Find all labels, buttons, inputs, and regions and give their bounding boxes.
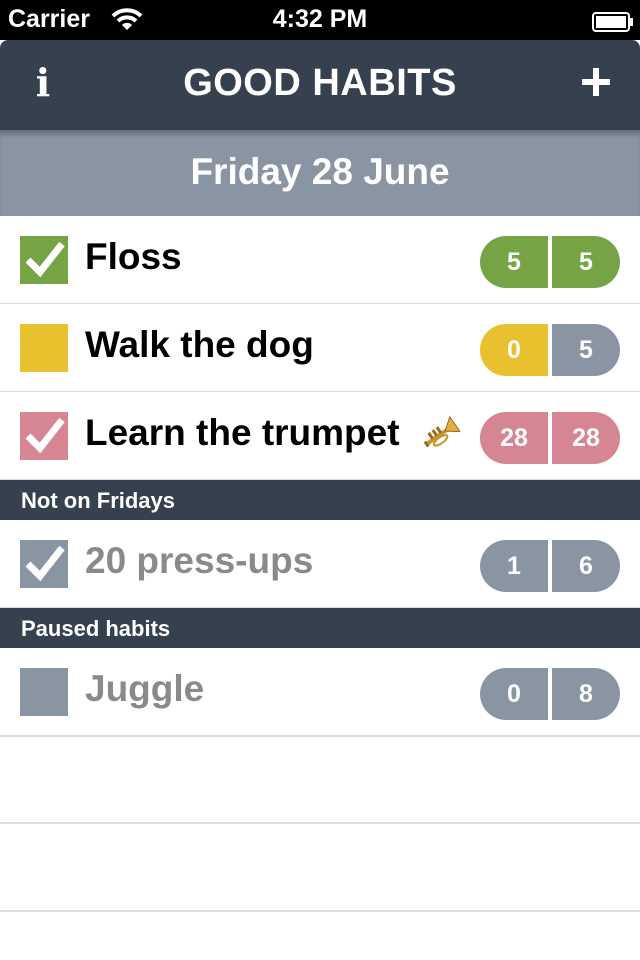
status-bar: Carrier 4:32 PM — [0, 0, 640, 40]
section-title: Paused habits — [21, 616, 171, 641]
current-streak-count: 5 — [480, 236, 548, 288]
current-streak-count: 0 — [480, 324, 548, 376]
battery-icon — [592, 10, 634, 39]
best-streak-count: 8 — [552, 668, 620, 720]
best-streak-count: 5 — [552, 324, 620, 376]
habit-name: 20 press-ups — [85, 540, 314, 581]
current-streak-count: 1 — [480, 540, 548, 592]
page-title: GOOD HABITS — [183, 62, 457, 104]
plus-icon — [582, 68, 610, 96]
habit-counter: 28 28 — [480, 412, 620, 464]
current-streak-count: 0 — [480, 668, 548, 720]
habit-name: Walk the dog — [85, 324, 314, 365]
best-streak-count: 5 — [552, 236, 620, 288]
habit-row[interactable]: Learn the trumpet 28 28 — [0, 392, 640, 481]
habit-counter: 5 5 — [480, 236, 620, 288]
checkbox-unchecked-icon[interactable] — [20, 668, 68, 716]
trumpet-icon — [423, 415, 460, 448]
best-streak-count: 6 — [552, 540, 620, 592]
section-header-not-today: Not on Fridays — [0, 480, 640, 520]
habit-counter: 0 5 — [480, 324, 620, 376]
nav-bar: i GOOD HABITS — [0, 40, 640, 130]
habit-row[interactable]: 20 press-ups 1 6 — [0, 520, 640, 609]
habit-row[interactable]: Walk the dog 0 5 — [0, 304, 640, 393]
current-streak-count: 28 — [480, 412, 548, 464]
habit-name: Floss — [85, 236, 182, 277]
checkbox-checked-icon[interactable] — [20, 412, 68, 460]
habit-name: Juggle — [85, 668, 205, 709]
habit-row[interactable]: Floss 5 5 — [0, 216, 640, 305]
empty-row — [0, 736, 640, 824]
habit-row[interactable]: Juggle 0 8 — [0, 648, 640, 737]
clock: 4:32 PM — [272, 5, 368, 33]
section-header-paused: Paused habits — [0, 608, 640, 648]
habit-counter: 1 6 — [480, 540, 620, 592]
empty-row — [0, 824, 640, 912]
checkbox-unchecked-icon[interactable] — [20, 324, 68, 372]
date-label: Friday 28 June — [190, 151, 450, 192]
add-habit-button[interactable] — [576, 62, 616, 102]
best-streak-count: 28 — [552, 412, 620, 464]
checkbox-checked-icon[interactable] — [20, 540, 68, 588]
date-bar: Friday 28 June — [0, 130, 640, 216]
section-title: Not on Fridays — [21, 488, 176, 513]
habit-counter: 0 8 — [480, 668, 620, 720]
habit-name: Learn the trumpet — [85, 412, 400, 453]
checkbox-checked-icon[interactable] — [20, 236, 68, 284]
